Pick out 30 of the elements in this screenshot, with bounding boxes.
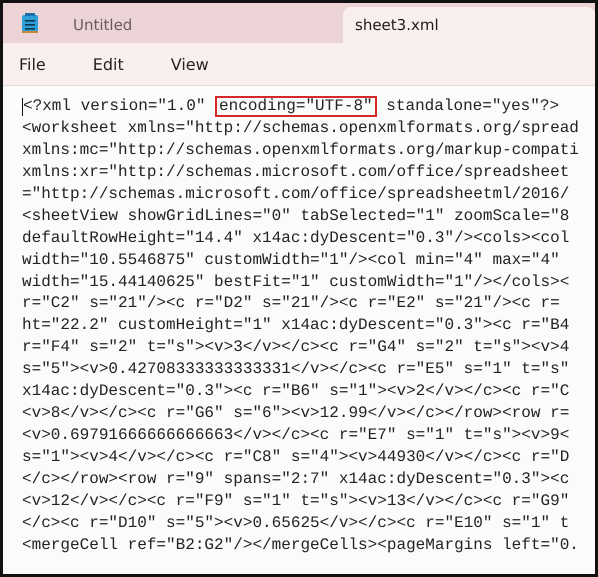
code-text: <?xml version="1.0"	[23, 96, 206, 117]
code-line: ="http://schemas.microsoft.com/office/spreadsheetml/2016/	[22, 184, 570, 205]
code-text: standalone="yes"?>	[385, 96, 560, 117]
code-line: </c></row><row r="9" spans="2:7" x14ac:dyDescent="0.3"><c	[22, 468, 570, 490]
menu-item[interactable]: File	[13, 50, 52, 78]
code-line: defaultRowHeight="14.4" x14ac:dyDescent="0.3"/><cols><col	[22, 228, 570, 249]
code-line: xmlns:xr="http://schemas.microsoft.com/office/spreadsheet	[22, 162, 570, 183]
code-line: </c><c r="D10" s="5"><v>0.65625</v></c><c r="E10" s="1" t	[22, 512, 570, 534]
code-line: <v>12</v></c><c r="F9" s="1" t="s"><v>13</v></c><c r="G9"	[22, 490, 570, 512]
tab[interactable]: Untitled	[53, 7, 343, 43]
code-line: <sheetView showGridLines="0" tabSelected="1" zoomScale="8	[22, 206, 570, 227]
notepad-icon	[21, 12, 39, 34]
code-line: xmlns:mc="http://schemas.openxmlformats.org/markup-compati	[22, 140, 579, 161]
text-caret	[22, 98, 23, 116]
tab[interactable]: sheet3.xml	[343, 7, 595, 43]
highlighted-text: encoding="UTF-8"	[215, 96, 377, 118]
menu-item[interactable]: View	[164, 50, 215, 78]
code-line: s="5"><v>0.42708333333333331</v></c><c r="E5" s="1" t="s"	[22, 359, 570, 380]
code-line: width="15.44140625" bestFit="1" customWidth="1"/></cols><	[22, 272, 570, 292]
code-line: r="C2" s="21"/><c r="D2" s="21"/><c r="E2" s="21"/><c r=	[22, 293, 560, 314]
code-line: <worksheet xmlns="http://schemas.openxmlformats.org/spread	[22, 118, 579, 139]
code-line: width="10.5546875" customWidth="1"/><col min="4" max="4"	[22, 250, 560, 271]
code-line: <v>0.69791666666666663</v></c><c r="E7" s="1" t="s"><v>9<	[22, 425, 570, 446]
code-line: ht="22.2" customHeight="1" x14ac:dyDescent="0.3"><c r="B4	[22, 315, 570, 336]
code-line: <mergeCell ref="B2:G2"/></mergeCells><pageMargins left="0.	[22, 534, 579, 556]
code-line: <v>8</v></c><c r="G6" s="6"><v>12.99</v></c></row><row r=	[22, 403, 570, 424]
code-line: x14ac:dyDescent="0.3"><c r="B6" s="1"><v>2</v></c><c r="C	[22, 381, 570, 402]
menu-item[interactable]: Edit	[86, 50, 130, 78]
code-line: r="F4" s="2" t="s"><v>3</v></c><c r="G4" s="2" t="s"><v>4	[22, 337, 570, 358]
code-line: s="1"><v>4</v></c><c r="C8" s="4"><v>44930</v></c><c r="D	[22, 447, 570, 468]
